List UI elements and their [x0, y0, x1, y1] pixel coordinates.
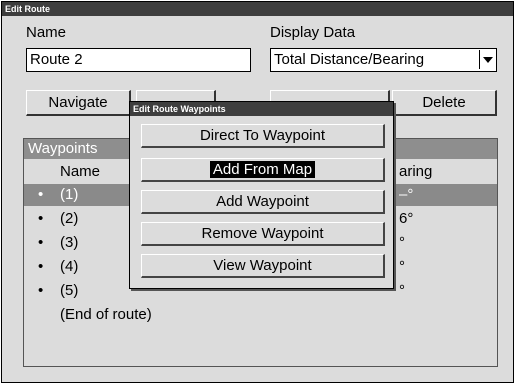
waypoint-bullet-icon: •: [38, 210, 44, 227]
edit-route-waypoints-popup: Edit Route Waypoints Direct To Waypoint …: [129, 101, 394, 289]
add-from-map-label: Add From Map: [209, 161, 316, 178]
waypoint-bullet-icon: •: [38, 282, 44, 299]
delete-button[interactable]: Delete: [392, 90, 497, 116]
column-name-header: Name: [60, 163, 101, 180]
view-waypoint-button[interactable]: View Waypoint: [141, 254, 385, 278]
end-of-route-row[interactable]: (End of route): [24, 304, 497, 326]
waypoint-name: (4): [60, 258, 79, 275]
waypoint-name: (3): [60, 234, 79, 251]
waypoint-name: (1): [60, 186, 79, 203]
name-label: Name: [26, 24, 67, 41]
waypoint-bearing: 6°: [399, 210, 414, 227]
add-from-map-button[interactable]: Add From Map: [141, 158, 385, 182]
waypoint-bearing: °: [399, 282, 405, 299]
waypoint-bullet-icon: •: [38, 234, 44, 251]
direct-to-waypoint-button[interactable]: Direct To Waypoint: [141, 124, 385, 148]
display-data-value: Total Distance/Bearing: [274, 51, 425, 68]
route-name-field[interactable]: Route 2: [26, 48, 251, 72]
window-title: Edit Route: [2, 2, 513, 16]
remove-waypoint-button[interactable]: Remove Waypoint: [141, 222, 385, 246]
popup-title: Edit Route Waypoints: [130, 102, 393, 116]
waypoint-name: (2): [60, 210, 79, 227]
navigate-button[interactable]: Navigate: [26, 90, 131, 116]
waypoint-bearing: –°: [399, 186, 414, 203]
chevron-down-icon[interactable]: [479, 50, 495, 69]
column-bearing-header: aring: [399, 163, 433, 180]
display-data-select[interactable]: Total Distance/Bearing: [270, 48, 497, 72]
waypoint-bearing: °: [399, 258, 405, 275]
waypoint-bullet-icon: •: [38, 258, 44, 275]
waypoint-bullet-icon: •: [38, 186, 44, 203]
end-of-route-label: (End of route): [60, 306, 152, 323]
waypoint-bearing: °: [399, 234, 405, 251]
add-waypoint-button[interactable]: Add Waypoint: [141, 190, 385, 214]
waypoint-name: (5): [60, 282, 79, 299]
display-data-label: Display Data: [270, 24, 356, 41]
edit-route-window: Edit Route Name Route 2 Display Data Tot…: [1, 1, 514, 383]
